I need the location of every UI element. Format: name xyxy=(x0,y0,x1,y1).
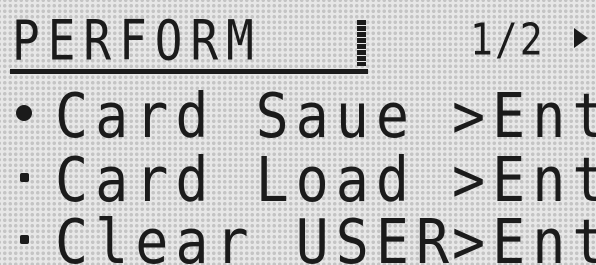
bullet-icon xyxy=(20,235,29,244)
menu-item-action: >Ent xyxy=(452,80,596,152)
menu-item-card-save[interactable]: Card Saue >Ent xyxy=(0,80,596,152)
menu-item-clear-user[interactable]: Clear USER >Ent xyxy=(0,206,596,265)
menu-item-action: >Ent xyxy=(452,206,596,265)
menu-item-label: Card Load xyxy=(55,144,417,216)
bullet-icon xyxy=(20,173,29,182)
triangle-right-icon xyxy=(574,28,588,48)
header: PERFORM 1/2 xyxy=(0,8,596,74)
menu-item-label: Card Saue xyxy=(55,80,417,152)
menu-item-action: >Ent xyxy=(452,144,596,216)
title-underline xyxy=(10,69,368,74)
menu-item-label: Clear USER xyxy=(55,206,457,265)
selected-bullet-icon xyxy=(16,105,32,121)
menu-item-card-load[interactable]: Card Load >Ent xyxy=(0,144,596,216)
page-indicator: 1/2 xyxy=(470,14,545,65)
lcd-display: PERFORM 1/2 Card Saue >Ent Card Load >En… xyxy=(0,0,596,265)
cursor-block xyxy=(357,20,366,66)
page-title: PERFORM xyxy=(12,8,262,73)
